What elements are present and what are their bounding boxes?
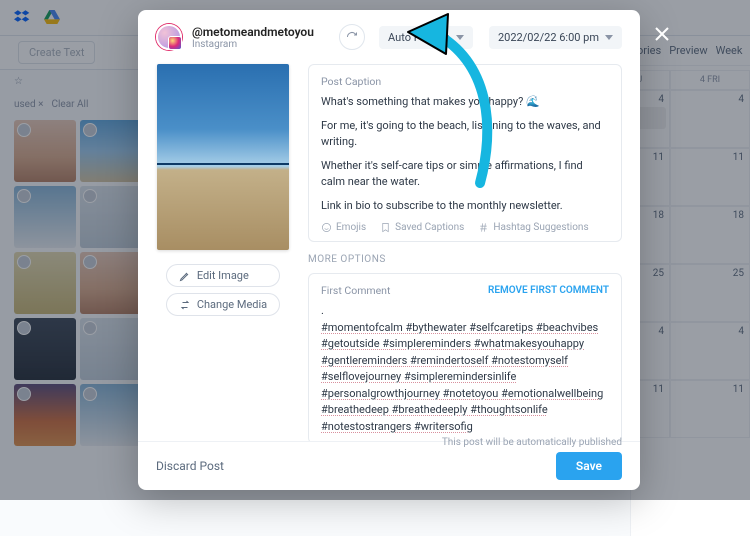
refresh-icon[interactable] [339,24,365,50]
media-preview [157,64,289,250]
caption-text[interactable]: What's something that makes you happy? 🌊… [321,94,609,214]
smile-icon [321,222,332,233]
chevron-down-icon [605,35,613,40]
discard-post-button[interactable]: Discard Post [156,459,224,473]
save-button[interactable]: Save [556,452,622,480]
chevron-down-icon [456,35,464,40]
first-comment-text[interactable]: . #momentofcalm #bythewater #selfcaretip… [321,303,609,435]
saved-captions-tool[interactable]: Saved Captions [380,222,464,233]
account-platform: Instagram [192,39,314,50]
more-options-label: MORE OPTIONS [308,254,622,265]
caption-card[interactable]: Post Caption What's something that makes… [308,64,622,242]
publish-mode-dropdown[interactable]: Auto Publish [379,26,473,49]
publish-mode-label: Auto Publish [388,31,450,44]
edit-image-button[interactable]: Edit Image [166,264,280,287]
account-handle: @metomeandmetoyou [192,25,314,39]
avatar [156,24,182,50]
caption-title: Post Caption [321,75,609,88]
close-icon[interactable] [650,22,674,46]
hashtag-suggestions-tool[interactable]: Hashtag Suggestions [478,222,588,233]
swap-icon [179,299,191,311]
remove-first-comment-link[interactable]: REMOVE FIRST COMMENT [488,285,609,296]
datetime-label: 2022/02/22 6:00 pm [498,31,599,44]
post-editor-modal: @metomeandmetoyou Instagram Auto Publish… [138,10,640,490]
hashtag-icon [478,222,489,233]
auto-publish-note: This post will be automatically publishe… [442,437,622,448]
emojis-tool[interactable]: Emojis [321,222,366,233]
first-comment-title: First Comment [321,284,390,297]
first-comment-card[interactable]: First Comment REMOVE FIRST COMMENT . #mo… [308,273,622,441]
bookmark-icon [380,222,391,233]
pencil-icon [179,270,191,282]
datetime-dropdown[interactable]: 2022/02/22 6:00 pm [489,26,622,49]
change-media-button[interactable]: Change Media [166,293,280,316]
